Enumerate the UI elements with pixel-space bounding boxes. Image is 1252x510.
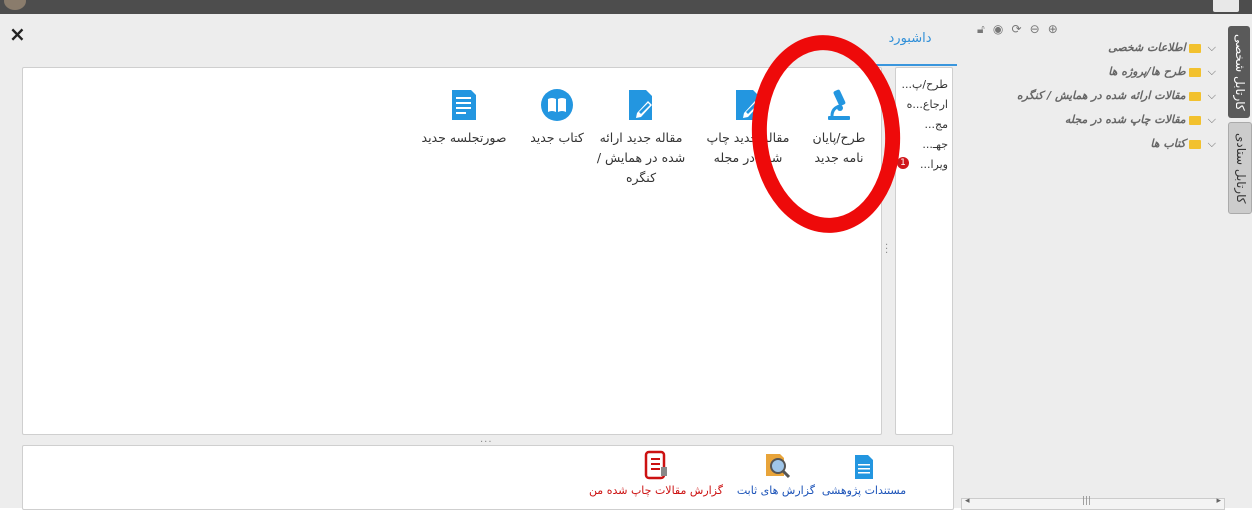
plus-icon[interactable]: ⊕ — [1048, 22, 1058, 36]
tree-item-label: مقالات ارائه شده در همایش / کنگره — [1016, 89, 1186, 102]
shortcuts-panel: طرح/پایان نامه جدید مقاله جدید چاپ شده د… — [22, 67, 882, 435]
tree-item-label: طرح ها/پروژه ها — [1108, 65, 1186, 78]
horizontal-scrollbar[interactable]: ◂ ||| ▸ — [961, 496, 1225, 510]
avatar[interactable] — [4, 0, 26, 10]
side-item[interactable]: ارجاع...ه — [907, 98, 948, 111]
close-button[interactable]: × — [9, 23, 26, 45]
dashboard-window: × داشبورد طرح/پایان نامه جدید مقاله جدید… — [0, 14, 960, 510]
microscope-icon — [828, 89, 850, 120]
tree-item-label: اطلاعات شخصی — [1108, 41, 1186, 54]
folder-icon — [1188, 67, 1201, 77]
chevron-down-icon[interactable]: ⌵ — [1208, 65, 1216, 78]
minus-icon[interactable]: ⊖ — [1030, 22, 1040, 36]
my-published-articles-report-link[interactable]: گزارش مقالات چاپ شده من — [589, 450, 723, 498]
fixed-reports-link[interactable]: گزارش های ثابت — [736, 450, 815, 498]
report-search-icon — [766, 454, 791, 479]
scroll-left-icon[interactable]: ◂ — [965, 496, 970, 506]
unlock-icon[interactable]: 🔓︎ — [977, 22, 985, 37]
record-icon[interactable]: ◉ — [993, 22, 1003, 36]
tile-label: صورتجلسه جدید — [421, 130, 507, 145]
tile-label: مقاله جدید چاپ شده در مجله — [706, 130, 790, 165]
side-item[interactable]: طرح/پ... — [902, 78, 948, 91]
new-conference-article-tile[interactable]: مقاله جدید ارائه شده در همایش / کنگره — [589, 88, 693, 188]
new-minutes-tile[interactable]: صورتجلسه جدید — [409, 88, 519, 148]
folder-icon — [1188, 139, 1201, 149]
document-edit-icon — [629, 90, 652, 120]
tree-pane: 🔓︎ ◉ ⟳ ⊖ ⊕ ⌵ اطلاعات شخصی ⌵ طرح ها/پروژه ه… — [957, 14, 1226, 510]
vertical-splitter[interactable]: · · · — [885, 241, 889, 259]
research-documents-link[interactable]: مستندات پژوهشی — [819, 454, 909, 498]
top-bar-control[interactable] — [1213, 0, 1239, 12]
side-item[interactable]: مج... — [925, 118, 948, 131]
side-panel: طرح/پ... ارجاع...ه مج... جهـ... ویرا... … — [895, 67, 953, 435]
tree-toolbar: 🔓︎ ◉ ⟳ ⊖ ⊕ — [977, 18, 1061, 36]
top-bar — [0, 0, 1252, 14]
chevron-down-icon[interactable]: ⌵ — [1208, 113, 1216, 126]
tile-label: مقاله جدید ارائه شده در همایش / کنگره — [596, 130, 686, 185]
new-book-tile[interactable]: کتاب جدید — [523, 88, 591, 148]
tree-item-personal-info[interactable]: ⌵ اطلاعات شخصی — [1108, 40, 1216, 56]
new-journal-article-tile[interactable]: مقاله جدید چاپ شده در مجله — [703, 88, 793, 168]
vertical-tabs: کارتابل شخصی کارتابل ستادی — [1226, 14, 1252, 508]
tile-label: کتاب جدید — [530, 130, 584, 145]
side-item[interactable]: ویرا... — [920, 158, 948, 171]
refresh-icon[interactable]: ⟳ — [1011, 22, 1021, 36]
tab-dashboard[interactable]: داشبورد — [875, 24, 945, 64]
tree-item-journal-articles[interactable]: ⌵ مقالات چاپ شده در مجله — [1065, 112, 1216, 128]
tab-personal-cartable[interactable]: کارتابل شخصی — [1228, 26, 1250, 118]
tile-label: طرح/پایان نامه جدید — [812, 130, 866, 165]
tab-active-indicator — [870, 64, 960, 66]
document-icon — [855, 455, 873, 479]
folder-icon — [1188, 43, 1201, 53]
link-label: مستندات پژوهشی — [821, 484, 907, 497]
tree-item-label: کتاب ها — [1150, 137, 1186, 150]
tree-item-projects[interactable]: ⌵ طرح ها/پروژه ها — [1108, 64, 1216, 80]
reports-panel: مستندات پژوهشی گزارش های ثابت گزارش مقال… — [22, 445, 954, 510]
chevron-down-icon[interactable]: ⌵ — [1208, 137, 1216, 150]
tree-item-books[interactable]: ⌵ کتاب ها — [1150, 136, 1216, 152]
link-label: گزارش مقالات چاپ شده من — [588, 484, 723, 497]
side-item[interactable]: جهـ... — [922, 138, 948, 151]
notification-badge: 1 — [897, 157, 909, 169]
folder-icon — [1188, 91, 1201, 101]
chevron-down-icon[interactable]: ⌵ — [1208, 41, 1216, 54]
new-project-tile[interactable]: طرح/پایان نامه جدید — [801, 88, 877, 168]
tab-staff-cartable[interactable]: کارتابل ستادی — [1228, 122, 1252, 214]
scroll-thumb[interactable]: ||| — [1082, 496, 1091, 506]
chevron-down-icon[interactable]: ⌵ — [1208, 89, 1216, 102]
document-edit-icon — [736, 90, 759, 120]
folder-icon — [1188, 115, 1201, 125]
report-list-icon — [644, 450, 667, 480]
link-label: گزارش های ثابت — [736, 484, 815, 497]
tree-item-conference-articles[interactable]: ⌵ مقالات ارائه شده در همایش / کنگره — [1017, 88, 1216, 104]
tree-item-label: مقالات چاپ شده در مجله — [1064, 113, 1186, 126]
book-icon — [541, 89, 573, 121]
scroll-right-icon[interactable]: ▸ — [1216, 496, 1221, 506]
document-list-icon — [452, 90, 476, 120]
